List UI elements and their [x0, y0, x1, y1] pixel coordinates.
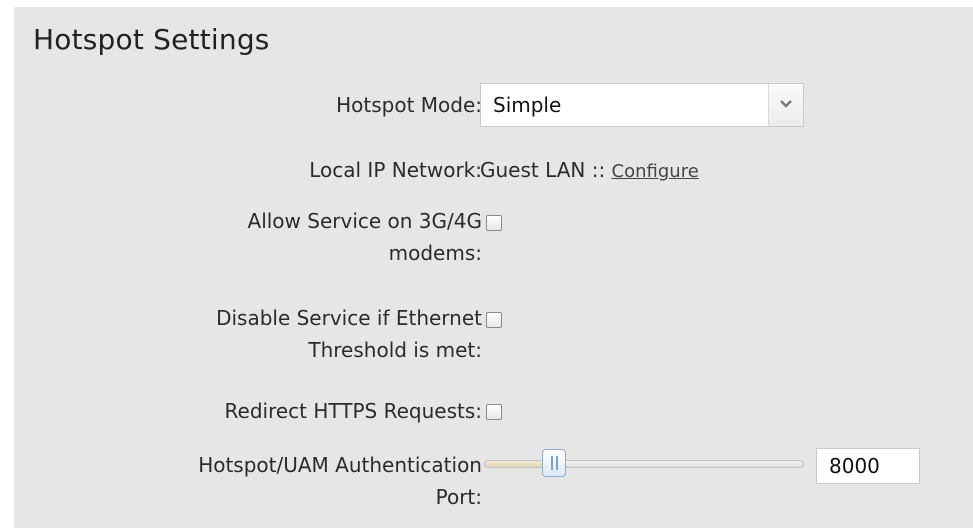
configure-link[interactable]: Configure [612, 161, 699, 182]
disable-service-ethernet-checkbox[interactable] [486, 312, 502, 328]
uam-port-input[interactable] [816, 448, 920, 484]
allow-service-3g4g-label-line2: modems: [388, 241, 482, 265]
disable-service-ethernet-label-line2: Threshold is met: [308, 338, 482, 362]
disable-service-ethernet-label: Disable Service if Ethernet Threshold is… [216, 302, 482, 366]
uam-port-slider[interactable] [484, 460, 804, 468]
uam-port-label-line2: Port: [435, 485, 482, 509]
redirect-https-label: Redirect HTTPS Requests: [224, 399, 482, 423]
hotspot-mode-label: Hotspot Mode: [336, 93, 482, 117]
hotspot-mode-select[interactable]: Simple [480, 83, 804, 127]
hotspot-mode-selected-value: Simple [493, 93, 562, 117]
redirect-https-checkbox[interactable] [486, 404, 502, 420]
section-title: Hotspot Settings [33, 23, 270, 56]
allow-service-3g4g-label-line1: Allow Service on 3G/4G [247, 209, 482, 233]
disable-service-ethernet-label-line1: Disable Service if Ethernet [216, 306, 482, 330]
uam-port-slider-handle[interactable] [541, 449, 566, 477]
hotspot-settings-panel: Hotspot Settings Hotspot Mode: Simple Lo… [14, 7, 973, 528]
local-ip-network-value: Guest LAN :: [480, 158, 606, 182]
uam-port-label: Hotspot/UAM Authentication Port: [198, 449, 482, 513]
local-ip-network-label: Local IP Network: [309, 158, 482, 182]
allow-service-3g4g-checkbox[interactable] [486, 215, 502, 231]
chevron-down-icon[interactable] [768, 84, 803, 126]
local-ip-network-value-group: Guest LAN :: Configure [480, 152, 699, 190]
allow-service-3g4g-label: Allow Service on 3G/4G modems: [248, 205, 482, 269]
uam-port-label-line1: Hotspot/UAM Authentication [198, 453, 482, 477]
